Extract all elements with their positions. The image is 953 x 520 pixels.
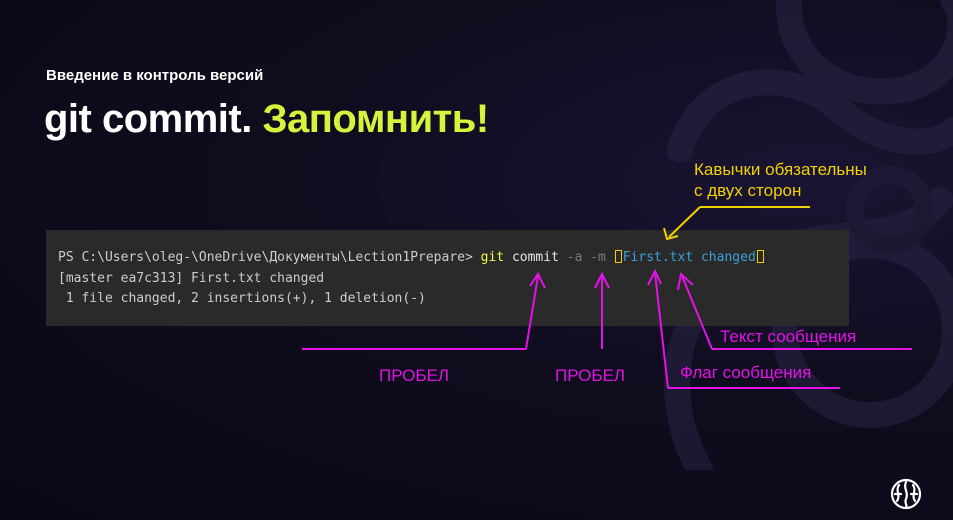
quotes-annotation-line1: Кавычки обязательны xyxy=(694,160,867,179)
space-annotation-2: ПРОБЕЛ xyxy=(555,366,626,385)
message-flag-annotation: Флаг сообщения xyxy=(680,363,812,382)
quotes-arrow xyxy=(663,206,810,241)
annotation-arrows xyxy=(302,206,912,389)
space-annotation-1: ПРОБЕЛ xyxy=(379,366,450,385)
message-text-annotation: Текст сообщения xyxy=(720,327,857,346)
space-1-arrow xyxy=(302,272,546,350)
space-2-arrow xyxy=(594,271,610,349)
brain-logo-icon xyxy=(890,478,922,510)
quotes-annotation-line2: с двух сторон xyxy=(694,181,802,200)
